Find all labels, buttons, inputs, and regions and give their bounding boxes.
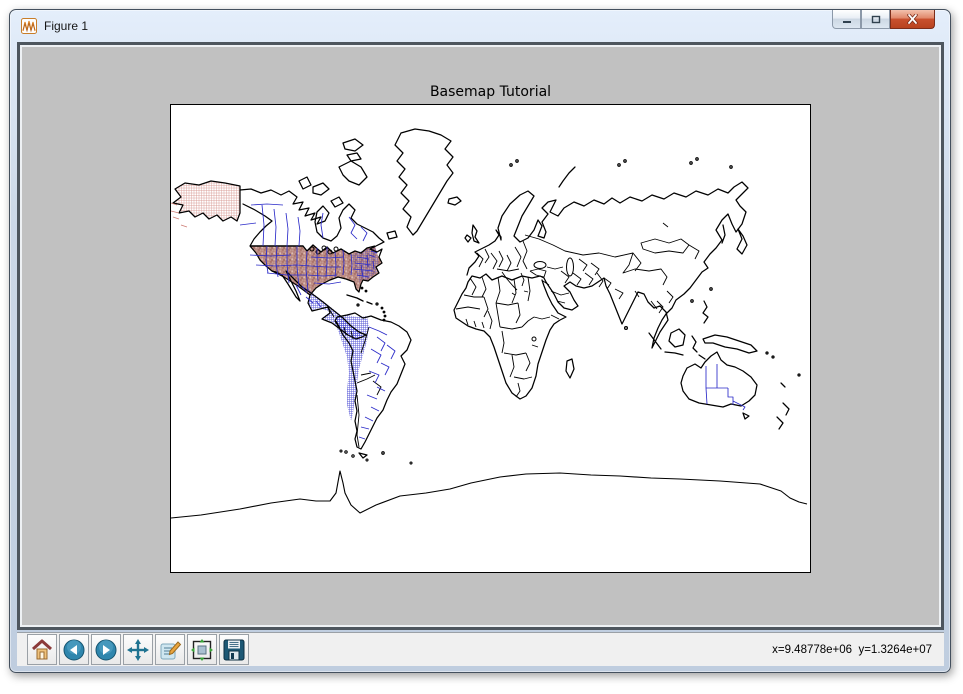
canvas-frame-inner: Basemap Tutorial — [20, 45, 941, 627]
plot-title: Basemap Tutorial — [429, 84, 552, 100]
canvas-frame: Basemap Tutorial — [17, 42, 944, 630]
window-controls — [832, 10, 935, 29]
navigation-toolbar: x=9.48778e+06 y=1.3264e+07 — [17, 632, 944, 666]
edit-parameters-button[interactable] — [155, 634, 185, 665]
maximize-button[interactable] — [861, 10, 890, 29]
pan-button[interactable] — [123, 634, 153, 665]
coastline-layer — [172, 128, 801, 459]
alaska-county-layer — [173, 181, 240, 221]
screen: Figure 1 Basemap Tutorial x=9.48778e+06 … — [0, 0, 963, 694]
home-icon — [32, 639, 52, 659]
antarctica-layer — [171, 449, 808, 519]
matplotlib-icon — [21, 18, 37, 34]
state-border-layer — [239, 203, 746, 440]
window-title: Figure 1 — [44, 19, 89, 33]
home-button[interactable] — [27, 634, 57, 665]
minimize-button[interactable] — [832, 10, 861, 29]
save-button[interactable] — [219, 634, 249, 665]
cursor-coordinates: x=9.48778e+06 y=1.3264e+07 — [772, 643, 932, 656]
minimize-icon — [842, 20, 851, 23]
figure-canvas[interactable]: Basemap Tutorial — [22, 47, 939, 625]
close-button[interactable] — [890, 10, 935, 29]
close-icon — [907, 14, 918, 24]
maximize-icon — [871, 15, 880, 23]
back-icon — [63, 639, 85, 660]
world-map-axes[interactable] — [170, 104, 811, 573]
pan-icon — [127, 638, 149, 661]
figure-window: Figure 1 Basemap Tutorial x=9.48778e+06 … — [9, 9, 951, 673]
forward-icon — [95, 639, 117, 660]
configure-subplots-icon — [191, 638, 213, 661]
save-icon — [223, 639, 245, 660]
edit-parameters-icon — [160, 640, 182, 659]
titlebar[interactable]: Figure 1 — [10, 10, 950, 42]
back-button[interactable] — [59, 634, 89, 665]
configure-subplots-button[interactable] — [187, 634, 217, 665]
forward-button[interactable] — [91, 634, 121, 665]
